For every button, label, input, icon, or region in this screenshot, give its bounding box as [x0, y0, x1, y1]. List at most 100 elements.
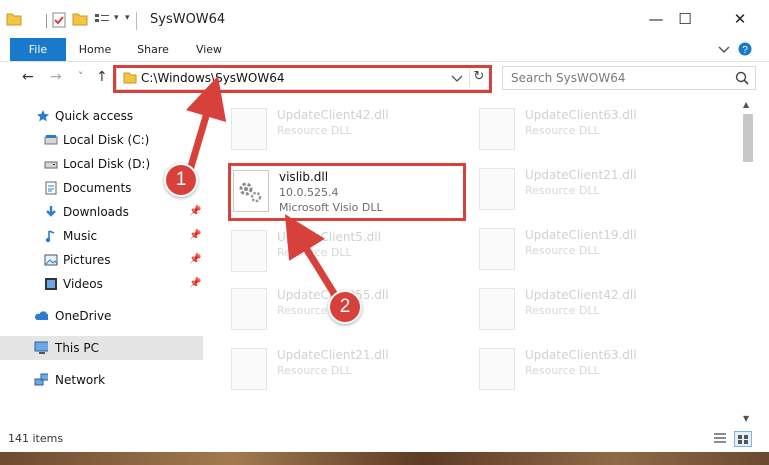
network-icon	[34, 373, 48, 386]
scroll-up-icon[interactable]: ▲	[743, 100, 749, 109]
explorer-window: ▾ ▾ SysWOW64 — ☐ ✕ File Home Share View …	[0, 0, 769, 453]
file-type: Resource DLL	[525, 124, 600, 137]
file-item[interactable]: UpdateClient5.dll Resource DLL	[229, 226, 469, 276]
sidebar-item-onedrive[interactable]: OneDrive	[0, 304, 210, 328]
sidebar-item-label: Documents	[63, 181, 132, 195]
tab-share[interactable]: Share	[130, 38, 176, 61]
scrollbar-thumb[interactable]	[743, 114, 753, 162]
tab-view[interactable]: View	[186, 38, 232, 61]
sidebar-item-label: This PC	[55, 341, 99, 355]
search-box[interactable]: Search SysWOW64	[502, 66, 756, 90]
file-type: Resource DLL	[277, 124, 352, 137]
new-folder-icon[interactable]	[72, 12, 88, 26]
dll-file-icon	[479, 348, 515, 390]
file-list: UpdateClient42.dll Resource DLL vislib.d…	[215, 96, 740, 426]
recent-locations-button[interactable]: ˅	[78, 70, 84, 83]
file-item[interactable]: UpdateClient42.dll Resource DLL	[229, 104, 469, 154]
sidebar-item-label: Local Disk (C:)	[63, 133, 150, 147]
tab-home[interactable]: Home	[72, 38, 118, 61]
sidebar-item-label: Network	[55, 373, 106, 387]
file-type: Resource DLL	[525, 184, 600, 197]
file-item[interactable]: UpdateClient21.dll Resource DLL	[477, 164, 717, 214]
dll-file-icon	[479, 288, 515, 330]
drive-icon	[44, 161, 58, 169]
sidebar-item-local-disk-c[interactable]: Local Disk (C:)	[0, 128, 210, 152]
item-count: 141 items	[8, 432, 64, 445]
file-item[interactable]: UpdateClient42.dll Resource DLL	[477, 284, 717, 334]
cloud-icon	[35, 311, 48, 320]
address-highlight-box	[113, 65, 492, 93]
dll-file-icon	[479, 228, 515, 270]
scroll-down-icon[interactable]: ▼	[743, 414, 749, 423]
chevron-down-icon[interactable]	[718, 44, 730, 54]
sidebar-item-downloads[interactable]: Downloads 📌	[0, 200, 210, 224]
tab-file[interactable]: File	[10, 38, 66, 61]
navigation-pane: Quick access Local Disk (C:) Local Disk …	[0, 96, 210, 426]
svg-text:?: ?	[742, 45, 748, 56]
pin-icon[interactable]: 📌	[189, 224, 201, 248]
file-name: UpdateClient5.dll	[277, 230, 381, 244]
sidebar-item-label: Videos	[63, 277, 103, 291]
help-icon[interactable]: ?	[738, 42, 752, 56]
quick-access-toolbar-menu-icon[interactable]: ▾	[125, 13, 130, 23]
file-name: UpdateClient63.dll	[525, 108, 637, 122]
file-type: Resource DLL	[525, 364, 600, 377]
file-name: UpdateClient21.dll	[525, 168, 637, 182]
sidebar-item-label: Quick access	[55, 109, 134, 123]
sidebar-item-music[interactable]: Music 📌	[0, 224, 210, 248]
file-name: UpdateClient21.dll	[277, 348, 389, 362]
back-button[interactable]: ←	[22, 69, 34, 85]
step-badge-2: 2	[328, 290, 362, 324]
download-icon	[46, 206, 56, 217]
dropdown-arrow-icon[interactable]: ▾	[114, 13, 119, 23]
vertical-scrollbar[interactable]: ▲ ▼	[740, 96, 756, 426]
separator	[46, 14, 47, 28]
drive-icon	[44, 135, 58, 145]
large-icons-view-icon[interactable]	[734, 431, 752, 447]
title-bar: ▾ ▾ SysWOW64 — ☐ ✕	[0, 0, 769, 38]
file-name: UpdateClient63.dll	[525, 348, 637, 362]
sidebar-item-label: Local Disk (D:)	[63, 157, 151, 171]
separator	[136, 12, 137, 30]
file-type: Resource DLL	[525, 304, 600, 317]
dll-file-icon	[479, 168, 515, 210]
window-title: SysWOW64	[150, 12, 226, 27]
sidebar-item-this-pc[interactable]: This PC	[0, 336, 203, 360]
file-type: Resource DLL	[277, 246, 352, 259]
star-icon	[37, 110, 49, 122]
customize-toolbar-icon[interactable]	[94, 12, 110, 26]
sidebar-item-network[interactable]: Network	[0, 368, 210, 392]
sidebar-item-videos[interactable]: Videos 📌	[0, 272, 210, 296]
file-item[interactable]: UpdateClient63.dll Resource DLL	[477, 344, 717, 394]
sidebar-item-label: Downloads	[63, 205, 129, 219]
dll-file-icon	[231, 288, 267, 330]
dll-file-icon	[231, 230, 267, 272]
details-view-icon[interactable]	[712, 431, 728, 445]
sidebar-item-quick-access[interactable]: Quick access	[0, 104, 210, 128]
sidebar-item-pictures[interactable]: Pictures 📌	[0, 248, 210, 272]
search-input[interactable]: Search SysWOW64	[511, 71, 625, 85]
pictures-icon	[44, 254, 58, 266]
search-icon[interactable]	[735, 71, 749, 85]
file-item[interactable]: UpdateClient21.dll Resource DLL	[229, 344, 469, 394]
close-button[interactable]: ✕	[717, 0, 763, 38]
properties-icon[interactable]	[52, 12, 66, 28]
folder-icon	[6, 13, 22, 26]
sidebar-item-label: OneDrive	[55, 309, 112, 323]
music-icon	[45, 230, 55, 243]
dll-file-icon	[479, 108, 515, 150]
file-name: UpdateClient42.dll	[525, 288, 637, 302]
pin-icon[interactable]: 📌	[189, 248, 201, 272]
status-bar: 141 items	[0, 426, 769, 452]
pin-icon[interactable]: 📌	[189, 200, 201, 224]
address-row: ← → ˅ ↑ C:\Windows\SysWOW64 ↻ Search Sys…	[0, 62, 769, 96]
forward-button[interactable]: →	[50, 69, 62, 85]
file-name: UpdateClient42.dll	[277, 108, 389, 122]
file-item[interactable]: UpdateClient19.dll Resource DLL	[477, 224, 717, 274]
up-button[interactable]: ↑	[96, 69, 108, 85]
file-highlight-box	[228, 163, 466, 221]
pin-icon[interactable]: 📌	[189, 272, 201, 296]
file-item[interactable]: UpdateClient63.dll Resource DLL	[477, 104, 717, 154]
documents-icon	[45, 181, 57, 195]
maximize-button[interactable]: ☐	[662, 0, 708, 38]
